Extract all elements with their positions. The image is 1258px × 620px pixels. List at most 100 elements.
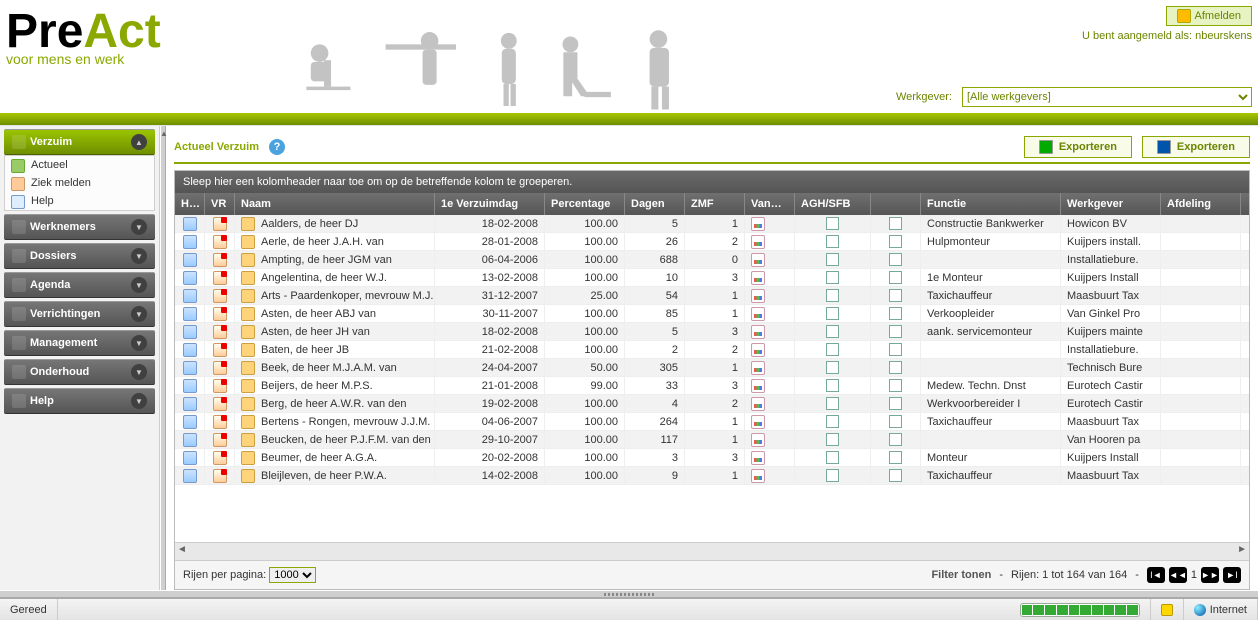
pager-prev[interactable]: ◄◄ bbox=[1169, 567, 1187, 583]
person-icon[interactable] bbox=[183, 253, 197, 267]
table-row[interactable]: Bleijleven, de heer P.W.A.14-02-2008100.… bbox=[175, 467, 1249, 485]
pager-last[interactable]: ►I bbox=[1223, 567, 1241, 583]
sidebar-section-agenda[interactable]: Agenda▼ bbox=[4, 272, 155, 298]
agh-checkbox[interactable] bbox=[826, 325, 839, 338]
person-icon[interactable] bbox=[183, 415, 197, 429]
person-icon[interactable] bbox=[183, 451, 197, 465]
agh-checkbox[interactable] bbox=[826, 307, 839, 320]
envelope-icon[interactable] bbox=[241, 451, 255, 465]
chart-icon[interactable] bbox=[751, 289, 765, 303]
person-icon[interactable] bbox=[183, 433, 197, 447]
vertical-splitter[interactable] bbox=[160, 126, 166, 590]
table-row[interactable]: Asten, de heer ABJ van30-11-2007100.0085… bbox=[175, 305, 1249, 323]
person-icon[interactable] bbox=[183, 307, 197, 321]
agh-checkbox[interactable] bbox=[826, 271, 839, 284]
envelope-icon[interactable] bbox=[241, 469, 255, 483]
chart-icon[interactable] bbox=[751, 253, 765, 267]
edit-icon[interactable] bbox=[213, 235, 227, 249]
chart-icon[interactable] bbox=[751, 433, 765, 447]
checkbox-2[interactable] bbox=[889, 289, 902, 302]
envelope-icon[interactable] bbox=[241, 271, 255, 285]
sidebar-section-verrichtingen[interactable]: Verrichtingen▼ bbox=[4, 301, 155, 327]
checkbox-2[interactable] bbox=[889, 253, 902, 266]
agh-checkbox[interactable] bbox=[826, 397, 839, 410]
checkbox-2[interactable] bbox=[889, 217, 902, 230]
col-hm[interactable]: HM bbox=[175, 193, 205, 215]
person-icon[interactable] bbox=[183, 469, 197, 483]
chart-icon[interactable] bbox=[751, 361, 765, 375]
envelope-icon[interactable] bbox=[241, 433, 255, 447]
envelope-icon[interactable] bbox=[241, 235, 255, 249]
agh-checkbox[interactable] bbox=[826, 415, 839, 428]
checkbox-2[interactable] bbox=[889, 307, 902, 320]
envelope-icon[interactable] bbox=[241, 397, 255, 411]
envelope-icon[interactable] bbox=[241, 217, 255, 231]
chart-icon[interactable] bbox=[751, 217, 765, 231]
pager-first[interactable]: I◄ bbox=[1147, 567, 1165, 583]
chart-icon[interactable] bbox=[751, 415, 765, 429]
checkbox-2[interactable] bbox=[889, 379, 902, 392]
col-perc[interactable]: Percentage bbox=[545, 193, 625, 215]
pager-next[interactable]: ►► bbox=[1201, 567, 1219, 583]
export-word-button[interactable]: Exporteren bbox=[1142, 136, 1250, 158]
col-date[interactable]: 1e Verzuimdag bbox=[435, 193, 545, 215]
checkbox-2[interactable] bbox=[889, 433, 902, 446]
sidebar-item-ziek-melden[interactable]: Ziek melden bbox=[5, 174, 154, 192]
envelope-icon[interactable] bbox=[241, 379, 255, 393]
chart-icon[interactable] bbox=[751, 451, 765, 465]
checkbox-2[interactable] bbox=[889, 361, 902, 374]
edit-icon[interactable] bbox=[213, 379, 227, 393]
envelope-icon[interactable] bbox=[241, 415, 255, 429]
person-icon[interactable] bbox=[183, 271, 197, 285]
agh-checkbox[interactable] bbox=[826, 289, 839, 302]
edit-icon[interactable] bbox=[213, 343, 227, 357]
edit-icon[interactable] bbox=[213, 397, 227, 411]
grid-horizontal-scrollbar[interactable] bbox=[175, 542, 1249, 560]
person-icon[interactable] bbox=[183, 235, 197, 249]
chart-icon[interactable] bbox=[751, 397, 765, 411]
table-row[interactable]: Asten, de heer JH van18-02-2008100.0053a… bbox=[175, 323, 1249, 341]
table-row[interactable]: Bertens - Rongen, mevrouw J.J.M.04-06-20… bbox=[175, 413, 1249, 431]
agh-checkbox[interactable] bbox=[826, 253, 839, 266]
table-row[interactable]: Beijers, de heer M.P.S.21-01-200899.0033… bbox=[175, 377, 1249, 395]
table-row[interactable]: Ampting, de heer JGM van06-04-2006100.00… bbox=[175, 251, 1249, 269]
chart-icon[interactable] bbox=[751, 343, 765, 357]
filter-toggle[interactable]: Filter tonen bbox=[931, 569, 991, 581]
chart-icon[interactable] bbox=[751, 469, 765, 483]
rows-per-page-select[interactable]: 1000 bbox=[269, 567, 316, 583]
agh-checkbox[interactable] bbox=[826, 235, 839, 248]
person-icon[interactable] bbox=[183, 379, 197, 393]
table-row[interactable]: Aerle, de heer J.A.H. van28-01-2008100.0… bbox=[175, 233, 1249, 251]
edit-icon[interactable] bbox=[213, 361, 227, 375]
chart-icon[interactable] bbox=[751, 271, 765, 285]
checkbox-2[interactable] bbox=[889, 325, 902, 338]
edit-icon[interactable] bbox=[213, 271, 227, 285]
checkbox-2[interactable] bbox=[889, 271, 902, 284]
grid-body[interactable]: Aalders, de heer DJ18-02-2008100.0051Con… bbox=[175, 215, 1249, 542]
agh-checkbox[interactable] bbox=[826, 343, 839, 356]
edit-icon[interactable] bbox=[213, 415, 227, 429]
col-check2[interactable] bbox=[871, 193, 921, 215]
sidebar-item-actueel[interactable]: Actueel bbox=[5, 156, 154, 174]
chart-icon[interactable] bbox=[751, 235, 765, 249]
table-row[interactable]: Aalders, de heer DJ18-02-2008100.0051Con… bbox=[175, 215, 1249, 233]
checkbox-2[interactable] bbox=[889, 469, 902, 482]
agh-checkbox[interactable] bbox=[826, 379, 839, 392]
person-icon[interactable] bbox=[183, 361, 197, 375]
employer-select[interactable]: [Alle werkgevers] bbox=[962, 87, 1252, 107]
agh-checkbox[interactable] bbox=[826, 433, 839, 446]
chart-icon[interactable] bbox=[751, 325, 765, 339]
help-icon[interactable]: ? bbox=[269, 139, 285, 155]
table-row[interactable]: Beucken, de heer P.J.F.M. van den29-10-2… bbox=[175, 431, 1249, 449]
chart-icon[interactable] bbox=[751, 379, 765, 393]
export-excel-button[interactable]: Exporteren bbox=[1024, 136, 1132, 158]
edit-icon[interactable] bbox=[213, 451, 227, 465]
table-row[interactable]: Beek, de heer M.J.A.M. van24-04-200750.0… bbox=[175, 359, 1249, 377]
col-werkgever[interactable]: Werkgever bbox=[1061, 193, 1161, 215]
envelope-icon[interactable] bbox=[241, 325, 255, 339]
checkbox-2[interactable] bbox=[889, 343, 902, 356]
table-row[interactable]: Baten, de heer JB21-02-2008100.0022Insta… bbox=[175, 341, 1249, 359]
sidebar-section-help[interactable]: Help▼ bbox=[4, 388, 155, 414]
table-row[interactable]: Arts - Paardenkoper, mevrouw M.J.31-12-2… bbox=[175, 287, 1249, 305]
envelope-icon[interactable] bbox=[241, 343, 255, 357]
